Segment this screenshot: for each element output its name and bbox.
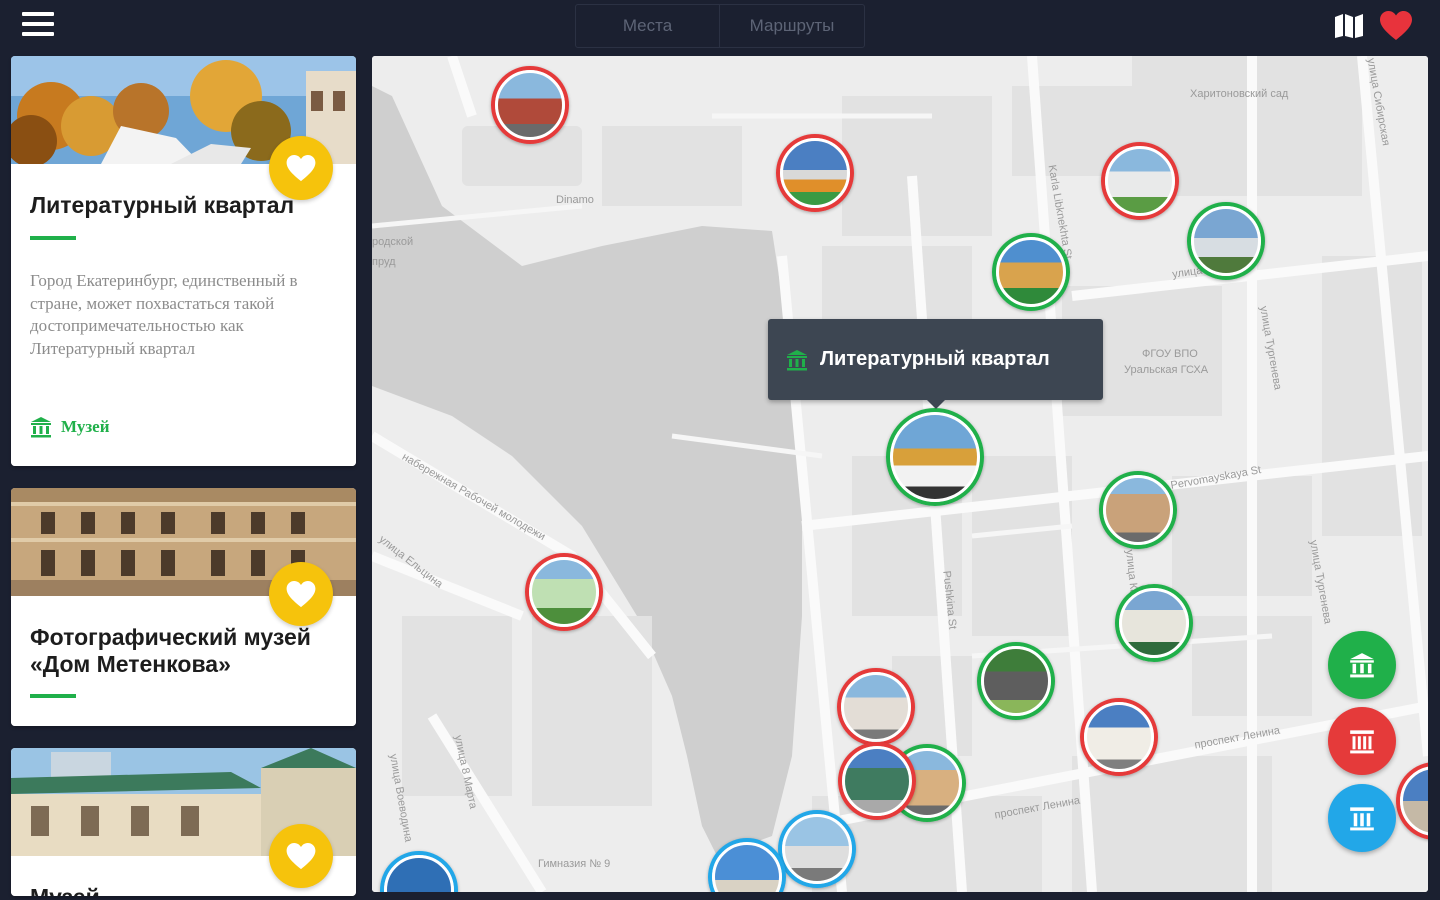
category-label: Музей [61,417,110,436]
place-description: Город Екатеринбург, единственный в стран… [30,271,298,358]
heart-icon [286,580,316,607]
map-pin-theater[interactable] [838,742,916,820]
title-underline [30,694,76,698]
map-icon[interactable] [1334,13,1364,39]
card-body: Литературный квартал Город Екатеринбург,… [11,164,356,466]
place-card[interactable]: Литературный квартал Город Екатеринбург,… [11,56,356,466]
place-card[interactable]: Музей [11,748,356,896]
map-label: Гимназия № 9 [538,858,611,870]
theater-icon [1350,730,1374,754]
place-card[interactable]: Фотографический музей «Дом Метенкова» [11,488,356,726]
museum-icon [1350,653,1374,678]
map-pin-theater[interactable] [776,134,854,212]
filter-theaters-button[interactable] [1328,707,1396,775]
menu-line [22,12,54,16]
map-pin-museum[interactable] [1099,471,1177,549]
map-pin-museum[interactable] [992,233,1070,311]
map-label: пруд [372,256,396,268]
museum-icon [31,417,51,438]
tab-places[interactable]: Места [576,5,720,47]
map-pin-museum[interactable] [977,642,1055,720]
view-tabs: Места Маршруты [575,4,865,48]
menu-line [22,32,54,36]
map-pin-theater[interactable] [525,553,603,631]
map-pin-theater[interactable] [1080,698,1158,776]
filter-museums-button[interactable] [1328,631,1396,699]
museum-icon [787,349,807,370]
map-pin-museum[interactable] [1115,584,1193,662]
hamburger-menu-icon[interactable] [22,10,56,40]
map-label: Dinamo [556,194,594,206]
map-pin-architecture[interactable] [778,810,856,888]
city-map[interactable]: Харитоновский сад Dinamo родской пруд Ka… [372,56,1428,892]
places-list: Литературный квартал Город Екатеринбург,… [0,52,366,900]
map-label: Уральская ГСХА [1124,364,1209,376]
map-pin-museum[interactable] [1187,202,1265,280]
map-label: Харитоновский сад [1190,88,1289,100]
title-underline [30,236,76,240]
map-pin-theater[interactable] [1101,142,1179,220]
heart-icon [286,842,316,869]
tooltip-title: Литературный квартал [820,348,1050,370]
columns-icon [1350,807,1374,831]
map-pin-museum-selected[interactable] [886,408,984,506]
map-pin-theater[interactable] [837,668,915,746]
favorites-heart-icon[interactable] [1380,11,1412,41]
map-pin-theater[interactable] [491,66,569,144]
place-tooltip[interactable]: Литературный квартал [768,319,1103,400]
map-label: родской [372,236,414,248]
map-label: ФГОУ ВПО [1142,348,1198,360]
filter-architecture-button[interactable] [1328,784,1396,852]
place-title: Фотографический музей «Дом Метенкова» [30,624,311,677]
heart-icon [286,154,316,181]
tooltip-arrow [927,400,945,409]
favorite-button[interactable] [269,136,333,200]
favorite-button[interactable] [269,562,333,626]
menu-line [22,22,54,26]
place-category: Музей [30,416,110,438]
favorite-button[interactable] [269,824,333,888]
tab-routes[interactable]: Маршруты [720,5,864,47]
top-bar: Места Маршруты [0,0,1440,52]
